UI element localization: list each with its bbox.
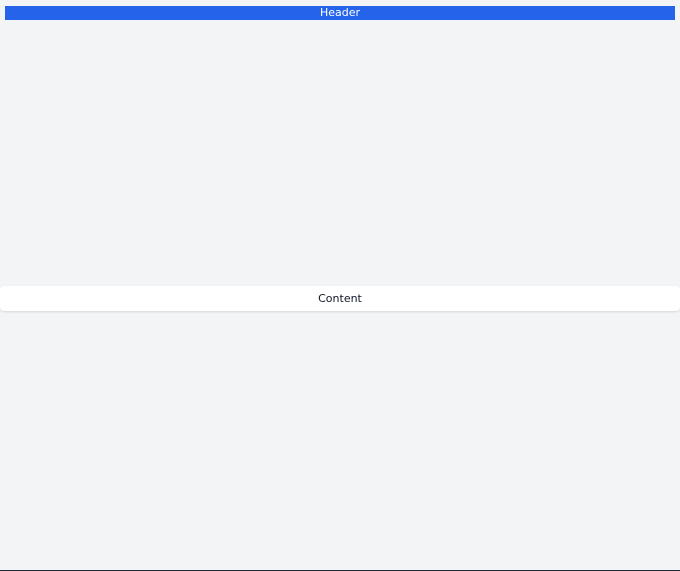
content-label: Content <box>318 292 362 305</box>
header-bar: Header <box>5 6 675 20</box>
page: Header Content <box>0 0 680 571</box>
content-card: Content <box>0 286 680 311</box>
header-label: Header <box>319 6 361 19</box>
